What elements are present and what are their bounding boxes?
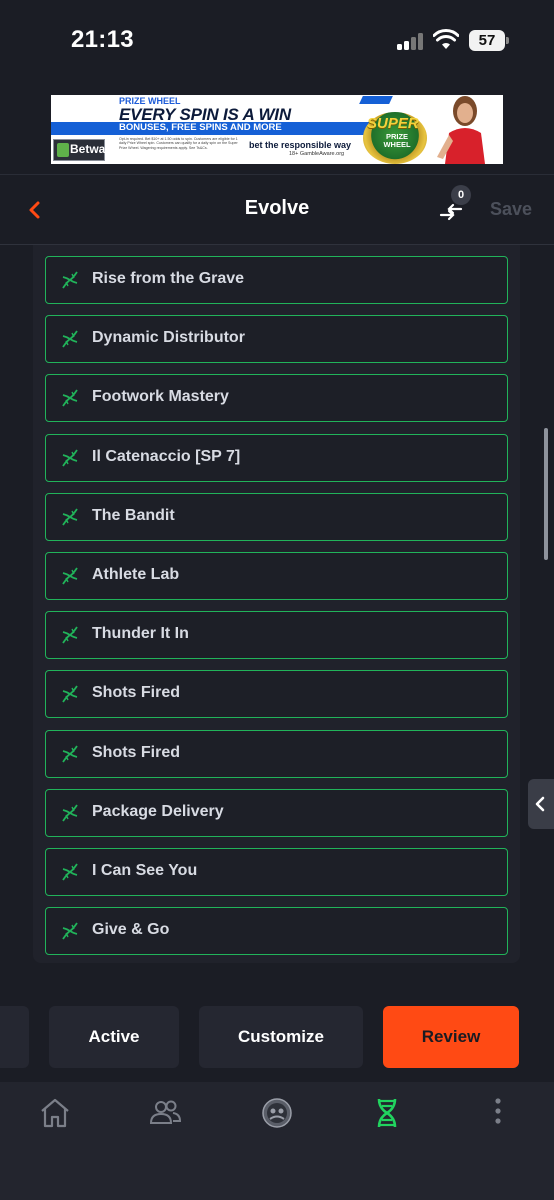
dna-icon [59, 742, 81, 766]
home-icon[interactable] [37, 1096, 73, 1130]
action-button-offscreen[interactable] [0, 1006, 29, 1068]
evolution-name: The Bandit [92, 506, 175, 524]
dna-icon [59, 386, 81, 410]
dna-icon [59, 327, 81, 351]
evolution-list-item[interactable]: Dynamic Distributor [45, 315, 508, 364]
evolution-name: Package Delivery [92, 802, 224, 820]
ad-subline: BONUSES, FREE SPINS AND MORE [119, 122, 282, 133]
customize-button[interactable]: Customize [199, 1006, 363, 1068]
evolution-list-item[interactable]: I Can See You [45, 848, 508, 896]
page-title: Evolve [244, 197, 310, 219]
ad-brand-text: Betway [70, 142, 113, 156]
battery-icon: 57 [469, 30, 509, 51]
evolution-name: Dynamic Distributor [92, 329, 245, 347]
evolution-list-item[interactable]: Il Catenaccio [SP 7] [45, 433, 508, 482]
swap-count-badge: 0 [451, 185, 471, 205]
active-button[interactable]: Active [49, 1006, 179, 1068]
wifi-icon [433, 29, 459, 49]
chevron-left-icon [535, 796, 545, 812]
battery-level: 57 [469, 30, 505, 51]
save-button[interactable]: Save [490, 199, 532, 220]
evolution-name: Footwork Mastery [92, 388, 229, 406]
dna-icon [59, 801, 81, 825]
evolution-name: Rise from the Grave [92, 270, 245, 287]
evolution-name: Shots Fired [92, 684, 181, 702]
evolution-name: Il Catenaccio [SP 7] [92, 447, 241, 465]
ad-brand-logo: Betway [53, 139, 112, 161]
dna-icon [59, 682, 81, 706]
status-bar: 21:13 57 [0, 0, 554, 84]
header: Evolve 0 Save [0, 174, 554, 245]
evolution-list-item[interactable]: Package Delivery [45, 788, 508, 837]
ad-fine-print: Opt-in required. Bet $10+ at 1.50 odds t… [119, 137, 238, 150]
ad-gamble-aware: 18+ GambleAware.org [289, 151, 345, 157]
evolution-list-item[interactable]: Footwork Mastery [45, 374, 508, 423]
dna-icon [59, 919, 81, 943]
side-drawer-toggle[interactable] [528, 779, 554, 829]
dna-icon[interactable] [369, 1096, 405, 1130]
evolution-list-item[interactable]: Shots Fired [45, 670, 508, 719]
dna-icon [59, 564, 81, 588]
evolution-list-item[interactable]: Thunder It In [45, 611, 508, 660]
dna-icon [59, 623, 81, 647]
evolution-list-item[interactable]: Athlete Lab [45, 552, 508, 600]
evolution-name: Thunder It In [92, 625, 189, 643]
dna-icon [59, 860, 81, 884]
ad-wheel-super: SUPER [367, 115, 419, 132]
evolution-name: I Can See You [92, 862, 198, 879]
evolution-list-item[interactable]: Rise from the Grave [45, 256, 508, 304]
evolution-name: Athlete Lab [92, 566, 180, 583]
ad-model-image [437, 96, 485, 164]
dna-icon [59, 446, 81, 470]
tab-bar [0, 1082, 554, 1200]
scrollbar[interactable] [544, 428, 548, 560]
team-badge-icon[interactable] [259, 1096, 295, 1130]
review-button[interactable]: Review [383, 1006, 519, 1068]
ad-responsible: bet the responsible way [249, 140, 352, 150]
evolution-name: Give & Go [92, 921, 170, 939]
status-time: 21:13 [71, 26, 134, 53]
more-icon[interactable] [480, 1096, 516, 1130]
dna-icon [59, 505, 81, 529]
evolution-list-item[interactable]: The Bandit [45, 492, 508, 541]
people-icon[interactable] [147, 1096, 183, 1130]
ad-banner[interactable]: PRIZE WHEEL EVERY SPIN IS A WIN BONUSES,… [51, 95, 503, 164]
ad-wheel-label: PRIZE WHEEL [383, 132, 411, 149]
cellular-signal-icon [397, 33, 425, 50]
evolution-list-item[interactable]: Give & Go [45, 907, 508, 956]
dna-icon [59, 268, 81, 292]
evolution-name: Shots Fired [92, 743, 181, 761]
evolution-list-item[interactable]: Shots Fired [45, 729, 508, 778]
